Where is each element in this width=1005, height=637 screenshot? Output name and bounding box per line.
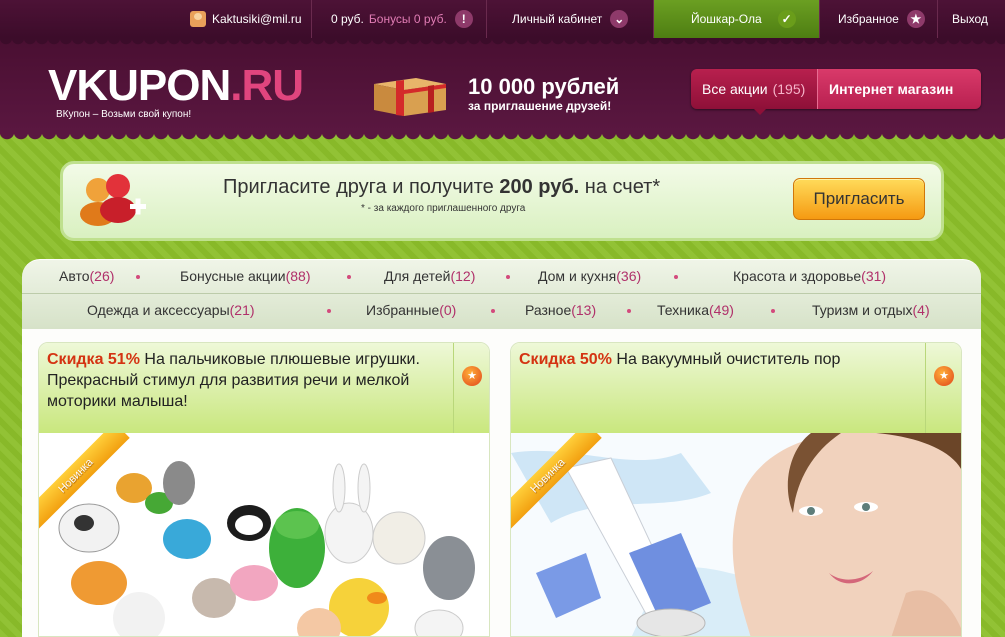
tab-online-shop[interactable]: Интернет магазин	[817, 69, 981, 109]
tab-shop-label: Интернет магазин	[829, 81, 954, 97]
category-tech[interactable]: Техника(49)	[657, 302, 734, 318]
deal-card[interactable]: Скидка 50% На вакуумный очиститель пор ★…	[510, 342, 962, 637]
user-account[interactable]: Kaktusiki@mil.ru	[190, 0, 310, 38]
category-separator	[347, 275, 351, 279]
invite-title-start: Пригласите друга и получите	[223, 176, 500, 198]
category-favorites[interactable]: Избранные(0)	[366, 302, 456, 318]
deal-card[interactable]: Скидка 51% На пальчиковые плюшевые игруш…	[38, 342, 490, 637]
invite-title-end: на счет*	[579, 176, 661, 198]
favorite-star-icon[interactable]: ★	[462, 366, 482, 386]
favorites-label[interactable]: Избранное	[838, 12, 899, 26]
active-tab-pointer	[753, 108, 767, 115]
logo-suffix: .RU	[230, 61, 304, 110]
category-beauty[interactable]: Красота и здоровье(31)	[733, 268, 886, 284]
tab-all-count: (195)	[772, 81, 806, 97]
category-misc[interactable]: Разное(13)	[525, 302, 596, 318]
category-travel[interactable]: Туризм и отдых(4)	[812, 302, 930, 318]
pore-cleaner-image	[511, 433, 961, 636]
invite-amount: 200 руб.	[499, 176, 580, 198]
category-separator	[327, 309, 331, 313]
deal-image[interactable]: Новинка	[39, 433, 489, 636]
category-home[interactable]: Дом и кухня(36)	[538, 268, 641, 284]
header-scallop	[0, 132, 1005, 142]
category-separator	[491, 309, 495, 313]
category-avto[interactable]: Авто(26)	[59, 268, 114, 284]
favorite-star-icon[interactable]: ★	[934, 366, 954, 386]
balance-value: 0 руб.	[331, 12, 364, 26]
city-selector[interactable]: Йошкар-Ола ✓	[653, 0, 819, 38]
people-add-icon	[80, 174, 146, 226]
deal-header[interactable]: Скидка 50% На вакуумный очиститель пор ★	[511, 343, 961, 433]
invite-note: * - за каждого приглашенного друга	[361, 203, 526, 214]
topbar-scallop	[0, 38, 1005, 46]
category-separator	[627, 309, 631, 313]
tab-all-deals[interactable]: Все акции (195)	[691, 69, 817, 109]
deal-discount: Скидка 50%	[519, 351, 612, 368]
plush-toys-image	[39, 433, 489, 636]
balance-block: 0 руб. Бонусы 0 руб. !	[311, 0, 486, 38]
user-icon	[190, 11, 206, 27]
cabinet-label[interactable]: Личный кабинет	[512, 12, 602, 26]
logout-link[interactable]: Выход	[937, 0, 1005, 38]
deal-header[interactable]: Скидка 51% На пальчиковые плюшевые игруш…	[39, 343, 489, 433]
invite-title: Пригласите друга и получите 200 руб. на …	[223, 176, 660, 199]
category-separator	[674, 275, 678, 279]
top-bar: Kaktusiki@mil.ru 0 руб. Бонусы 0 руб. ! …	[0, 0, 1005, 38]
city-label[interactable]: Йошкар-Ола	[691, 12, 762, 26]
category-separator	[771, 309, 775, 313]
category-separator	[136, 275, 140, 279]
tab-all-label: Все акции	[702, 81, 768, 97]
deal-favorite[interactable]: ★	[925, 343, 961, 433]
star-icon: ★	[906, 10, 925, 28]
favorites-link[interactable]: Избранное ★	[819, 0, 937, 38]
deal-description: На вакуумный очиститель пор	[616, 351, 841, 368]
promo-title[interactable]: 10 000 рублей	[468, 74, 619, 100]
deal-image[interactable]: Новинка	[511, 433, 961, 636]
bonus-value: Бонусы 0 руб.	[368, 12, 447, 26]
logo-main: VKUPON	[48, 61, 231, 110]
site-logo[interactable]: VKUPON.RU	[48, 61, 304, 110]
category-clothes[interactable]: Одежда и аксессуары(21)	[87, 302, 255, 318]
tagline: ВКупон – Возьми свой купон!	[56, 109, 192, 120]
deal-discount: Скидка 51%	[47, 351, 140, 368]
category-kids[interactable]: Для детей(12)	[384, 268, 475, 284]
gift-box-icon[interactable]	[370, 70, 450, 118]
bonus-info-icon[interactable]: !	[454, 10, 473, 28]
invite-button[interactable]: Пригласить	[793, 178, 925, 220]
category-separator	[506, 275, 510, 279]
user-email[interactable]: Kaktusiki@mil.ru	[212, 12, 302, 26]
cabinet-menu[interactable]: Личный кабинет ⌄	[486, 0, 653, 38]
category-divider	[22, 293, 981, 294]
chevron-down-icon: ⌄	[610, 10, 629, 28]
check-icon: ✓	[777, 10, 796, 28]
promo-subtitle: за приглашение друзей!	[468, 99, 612, 113]
deal-favorite[interactable]: ★	[453, 343, 489, 433]
deal-tabs: Все акции (195) Интернет магазин	[691, 69, 981, 109]
logout-label[interactable]: Выход	[952, 12, 988, 26]
category-bonus[interactable]: Бонусные акции(88)	[180, 268, 311, 284]
